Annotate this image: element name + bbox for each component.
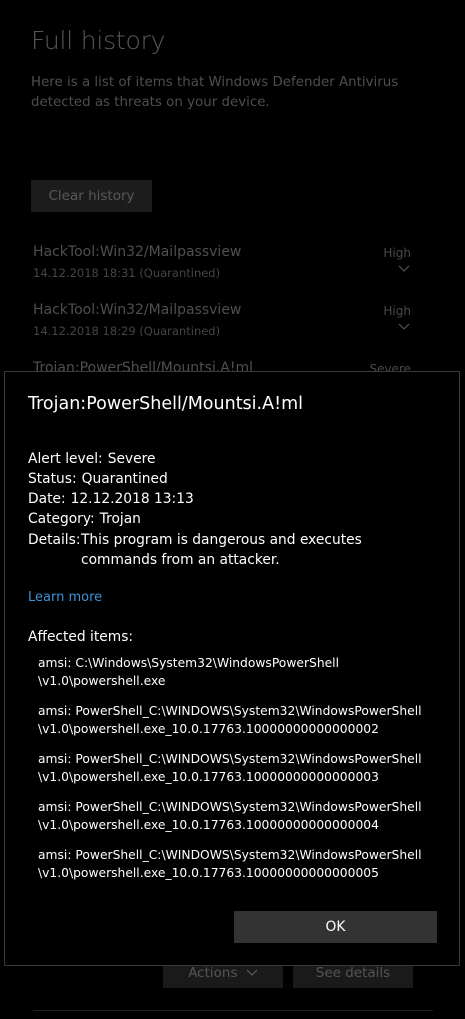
alert-level-value: Severe: [107, 451, 156, 467]
details-label: Details:: [28, 532, 81, 548]
category-row: Category: Trojan: [28, 511, 141, 527]
threat-severity: High: [383, 304, 411, 318]
chevron-down-icon: [246, 969, 258, 976]
affected-item: amsi: PowerShell_C:\WINDOWS\System32\Win…: [38, 704, 422, 736]
chevron-down-icon[interactable]: [398, 322, 410, 332]
date-label: Date:: [28, 491, 66, 507]
ok-button[interactable]: OK: [234, 911, 437, 943]
threat-meta: 14.12.2018 18:31 (Quarantined): [33, 266, 221, 280]
affected-item: amsi: PowerShell_C:\WINDOWS\System32\Win…: [38, 752, 422, 784]
category-value: Trojan: [99, 511, 141, 527]
status-value: Quarantined: [81, 471, 168, 487]
date-value: 12.12.2018 13:13: [70, 491, 194, 507]
threat-severity: High: [383, 246, 411, 260]
details-value: This program is dangerous and executes c…: [81, 532, 362, 568]
threat-meta: 14.12.2018 18:29 (Quarantined): [33, 324, 221, 338]
dialog-title: Trojan:PowerShell/Mountsi.A!ml: [28, 394, 303, 414]
affected-item: amsi: PowerShell_C:\WINDOWS\System32\Win…: [38, 800, 422, 832]
category-label: Category:: [28, 511, 95, 527]
alert-level-row: Alert level: Severe: [28, 451, 155, 467]
threat-name: HackTool:Win32/Mailpassview: [33, 302, 242, 318]
affected-items-heading: Affected items:: [28, 629, 134, 645]
threat-details-dialog: Trojan:PowerShell/Mountsi.A!ml Alert lev…: [4, 371, 460, 966]
page-title: Full history: [31, 26, 166, 55]
page-description: Here is a list of items that Windows Def…: [31, 75, 399, 110]
threat-item[interactable]: HackTool:Win32/Mailpassview 14.12.2018 1…: [33, 302, 433, 350]
learn-more-link[interactable]: Learn more: [28, 590, 102, 605]
clear-history-button[interactable]: Clear history: [31, 180, 152, 212]
chevron-down-icon[interactable]: [398, 264, 410, 274]
status-row: Status: Quarantined: [28, 471, 168, 487]
threat-name: HackTool:Win32/Mailpassview: [33, 244, 242, 260]
status-label: Status:: [28, 471, 77, 487]
actions-label: Actions: [188, 965, 238, 981]
alert-level-label: Alert level:: [28, 451, 103, 467]
divider: [33, 1010, 433, 1011]
threat-item[interactable]: HackTool:Win32/Mailpassview 14.12.2018 1…: [33, 244, 433, 292]
date-row: Date: 12.12.2018 13:13: [28, 491, 194, 507]
affected-item: amsi: PowerShell_C:\WINDOWS\System32\Win…: [38, 848, 422, 880]
affected-item: amsi: C:\Windows\System32\WindowsPowerSh…: [38, 656, 340, 688]
